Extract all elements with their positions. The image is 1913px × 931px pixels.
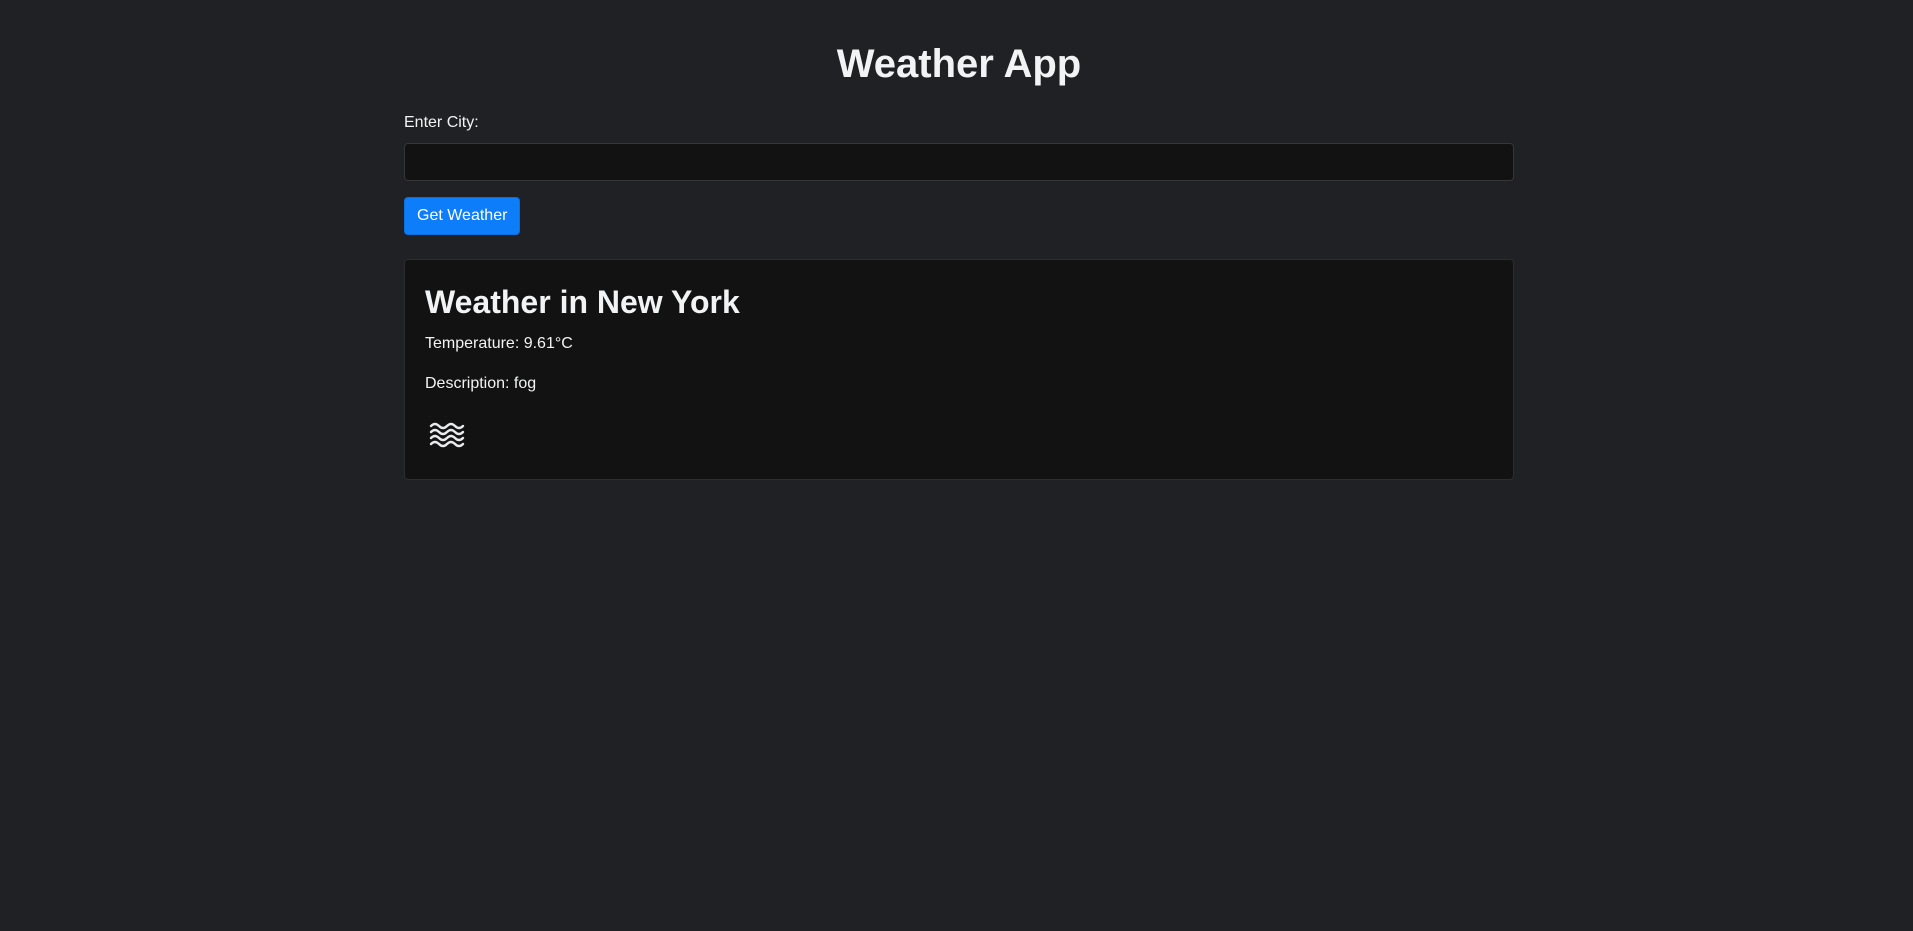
weather-result-card: Weather in New York Temperature: 9.61°C … (404, 259, 1514, 480)
app-container: Weather App Enter City: Get Weather Weat… (404, 0, 1514, 480)
temperature-text: Temperature: 9.61°C (425, 335, 573, 352)
page-title: Weather App (836, 42, 1082, 86)
city-input[interactable] (404, 143, 1514, 181)
get-weather-button[interactable]: Get Weather (404, 197, 521, 235)
result-heading: Weather in New York (425, 284, 740, 320)
fog-icon (429, 422, 465, 448)
city-label: Enter City: (404, 114, 479, 131)
description-text: Description: fog (425, 375, 537, 392)
